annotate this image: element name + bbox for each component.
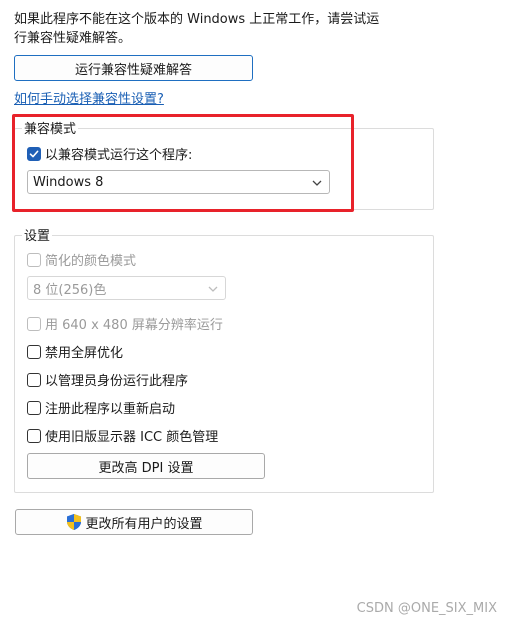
change-all-users-button[interactable]: 更改所有用户的设置 xyxy=(15,509,253,535)
disable-fullscreen-checkbox-row[interactable]: 禁用全屏优化 xyxy=(27,342,123,361)
uac-shield-icon xyxy=(67,514,82,530)
legacy-icc-checkbox[interactable] xyxy=(27,428,41,443)
disable-fullscreen-checkbox[interactable] xyxy=(27,344,41,359)
manual-settings-link[interactable]: 如何手动选择兼容性设置? xyxy=(14,88,164,107)
res-640-label: 用 640 x 480 屏幕分辨率运行 xyxy=(45,318,223,333)
reduced-color-checkbox[interactable] xyxy=(27,252,41,267)
legacy-icc-label: 使用旧版显示器 ICC 颜色管理 xyxy=(45,430,219,445)
color-depth-value: 8 位(256)色 xyxy=(33,282,107,298)
change-dpi-label: 更改高 DPI 设置 xyxy=(98,460,194,476)
register-restart-checkbox-row[interactable]: 注册此程序以重新启动 xyxy=(27,398,175,417)
run-troubleshooter-label: 运行兼容性疑难解答 xyxy=(74,62,192,78)
res-640-checkbox-row[interactable]: 用 640 x 480 屏幕分辨率运行 xyxy=(27,314,223,333)
run-as-admin-checkbox-row[interactable]: 以管理员身份运行此程序 xyxy=(27,370,188,389)
run-as-admin-label: 以管理员身份运行此程序 xyxy=(45,374,189,389)
reduced-color-checkbox-row[interactable]: 简化的颜色模式 xyxy=(27,250,136,269)
register-restart-checkbox[interactable] xyxy=(27,400,41,415)
res-640-checkbox[interactable] xyxy=(27,316,41,331)
change-dpi-button[interactable]: 更改高 DPI 设置 xyxy=(27,453,265,479)
run-troubleshooter-button[interactable]: 运行兼容性疑难解答 xyxy=(14,55,253,81)
reduced-color-label: 简化的颜色模式 xyxy=(45,254,137,269)
change-all-users-label: 更改所有用户的设置 xyxy=(85,516,203,532)
chevron-down-icon xyxy=(208,286,218,292)
legacy-icc-checkbox-row[interactable]: 使用旧版显示器 ICC 颜色管理 xyxy=(27,426,218,445)
disable-fullscreen-label: 禁用全屏优化 xyxy=(45,346,124,361)
register-restart-label: 注册此程序以重新启动 xyxy=(45,402,176,417)
settings-group-label: 设置 xyxy=(22,225,53,244)
run-as-admin-checkbox[interactable] xyxy=(27,372,41,387)
watermark: CSDN @ONE_SIX_MIX xyxy=(356,601,497,616)
highlight-annotation-box xyxy=(12,114,354,212)
intro-text: 如果此程序不能在这个版本的 Windows 上正常工作，请尝试运 行兼容性疑难解… xyxy=(14,10,454,48)
intro-line-2: 行兼容性疑难解答。 xyxy=(14,31,132,46)
intro-line-1: 如果此程序不能在这个版本的 Windows 上正常工作，请尝试运 xyxy=(14,12,380,27)
color-depth-select[interactable]: 8 位(256)色 xyxy=(27,276,226,300)
